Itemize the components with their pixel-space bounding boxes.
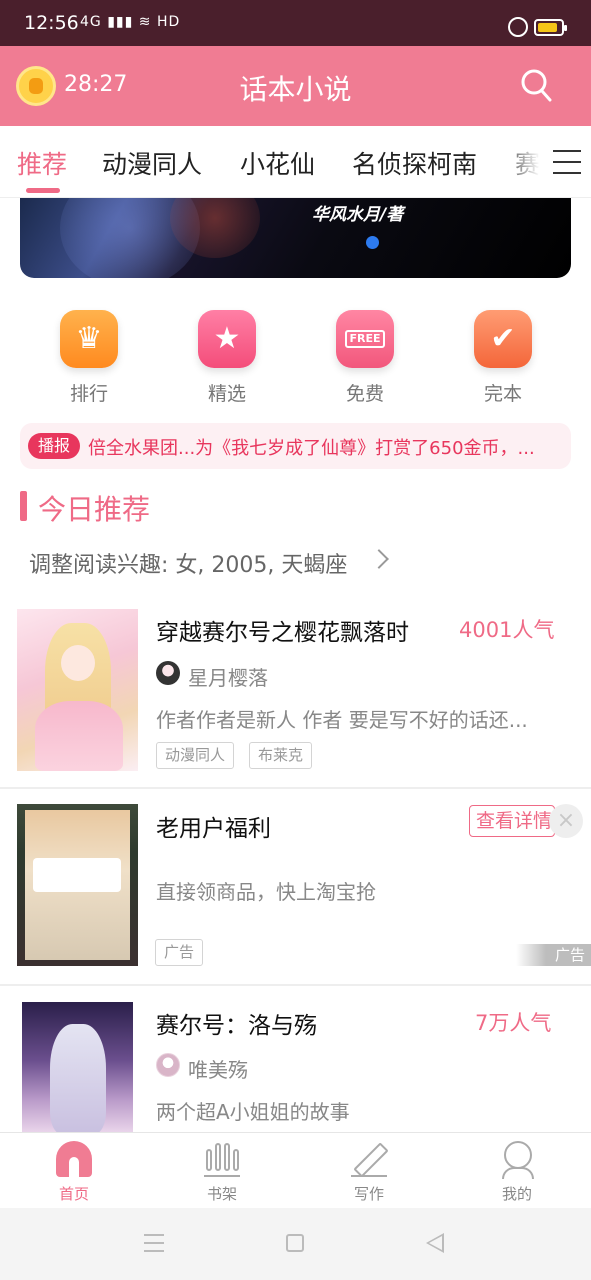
star-icon: ★ — [198, 310, 256, 368]
free-badge: FREE — [345, 330, 385, 348]
tab-detective-conan[interactable]: 名侦探柯南 — [352, 145, 477, 181]
book-author: 星月樱落 — [188, 666, 268, 690]
chevron-right-icon — [369, 549, 389, 569]
book-tag[interactable]: 动漫同人 — [156, 742, 235, 769]
list-divider — [0, 787, 591, 789]
broadcast-bar[interactable]: 播报 倍全水果团...为《我七岁成了仙尊》打赏了650金币，... — [20, 423, 571, 469]
broadcast-text: 倍全水果团...为《我七岁成了仙尊》打赏了650金币，... — [88, 438, 535, 459]
nav-me[interactable]: 我的 — [467, 1141, 567, 1204]
app-header: 28:27 话本小说 — [0, 46, 591, 126]
pencil-icon — [351, 1141, 387, 1177]
list-divider — [0, 984, 591, 986]
user-icon — [499, 1141, 535, 1179]
trophy-icon: ♛ — [60, 310, 118, 368]
adjust-interest-link[interactable]: 调整阅读兴趣: 女, 2005, 天蝎座 — [29, 547, 347, 579]
nav-me-label: 我的 — [501, 1185, 532, 1203]
section-accent-bar — [20, 491, 27, 521]
book-cover[interactable] — [22, 1002, 133, 1132]
book-tag[interactable]: 布莱克 — [249, 742, 313, 769]
book-description: 作者作者是新人 作者 要是写不好的话还... — [156, 708, 528, 732]
system-nav-bar — [0, 1208, 591, 1280]
book-title[interactable]: 穿越赛尔号之樱花飘落时 — [156, 613, 409, 647]
network-type: 4G — [80, 14, 102, 30]
completed-entry[interactable]: ✔ 完本 — [463, 310, 543, 406]
ad-image[interactable] — [17, 804, 138, 966]
tab-xiaohuaxian[interactable]: 小花仙 — [240, 145, 315, 181]
free-label: 免费 — [345, 383, 384, 405]
search-icon[interactable] — [520, 68, 552, 104]
broadcast-badge: 播报 — [28, 433, 80, 459]
featured-label: 精选 — [207, 383, 246, 405]
close-icon[interactable]: × — [549, 804, 583, 838]
completed-label: 完本 — [483, 383, 522, 405]
book-popularity: 4001人气 — [459, 618, 555, 642]
ranking-entry[interactable]: ♛ 排行 — [49, 310, 129, 406]
nav-bookshelf[interactable]: 书架 — [172, 1141, 272, 1204]
promo-banner[interactable]: 华风水月/著 — [20, 198, 571, 278]
hd-label: HD — [156, 14, 181, 30]
section-title: 今日推荐 — [38, 493, 151, 526]
ad-title[interactable]: 老用户福利 — [156, 809, 271, 843]
bottom-nav: 首页 书架 写作 我的 — [0, 1132, 591, 1208]
status-time: 12:56 — [24, 12, 79, 34]
check-book-icon: ✔ — [474, 310, 532, 368]
home-button-icon[interactable] — [286, 1234, 304, 1252]
tab-anime-fanfic[interactable]: 动漫同人 — [102, 145, 202, 181]
bookshelf-icon — [204, 1141, 240, 1177]
banner-page-dot — [366, 236, 379, 249]
nav-write[interactable]: 写作 — [319, 1141, 419, 1204]
signal-icon: 4G ▮▮▮ ≋ HD — [80, 14, 181, 30]
app-title: 话本小说 — [239, 73, 352, 106]
back-icon[interactable] — [426, 1233, 444, 1253]
battery-icon — [534, 19, 567, 36]
category-tabs: 推荐 动漫同人 小花仙 名侦探柯南 赛尔 — [0, 126, 591, 198]
author-avatar — [156, 1053, 180, 1077]
nav-home[interactable]: 首页 — [24, 1141, 124, 1204]
free-icon: FREE — [336, 310, 394, 368]
recent-apps-icon[interactable] — [144, 1234, 164, 1252]
author-avatar — [156, 661, 180, 685]
free-entry[interactable]: FREE 免费 — [325, 310, 405, 406]
book-description: 两个超A小姐姐的故事 — [156, 1100, 350, 1124]
active-tab-indicator — [26, 188, 60, 193]
book-title[interactable]: 赛尔号：洛与殇 — [156, 1006, 317, 1040]
status-bar: 12:56 4G ▮▮▮ ≋ HD — [0, 0, 591, 46]
featured-entry[interactable]: ★ 精选 — [187, 310, 267, 406]
book-author: 唯美殇 — [188, 1058, 248, 1082]
nav-home-label: 首页 — [58, 1185, 89, 1203]
home-icon — [56, 1141, 92, 1177]
book-cover[interactable] — [17, 609, 138, 771]
tab-recommend[interactable]: 推荐 — [17, 145, 67, 181]
view-details-button[interactable]: 查看详情 — [469, 805, 555, 837]
nav-write-label: 写作 — [353, 1185, 384, 1203]
nav-bookshelf-label: 书架 — [206, 1185, 237, 1203]
ad-tag: 广告 — [155, 939, 204, 966]
alarm-icon — [508, 17, 528, 37]
ad-mark-label: 广告 — [516, 944, 591, 966]
menu-icon[interactable] — [553, 150, 581, 174]
banner-author: 华风水月/著 — [312, 205, 404, 225]
ranking-label: 排行 — [69, 383, 108, 405]
ad-description: 直接领商品，快上淘宝抢 — [156, 880, 376, 904]
book-popularity: 7万人气 — [475, 1011, 552, 1035]
